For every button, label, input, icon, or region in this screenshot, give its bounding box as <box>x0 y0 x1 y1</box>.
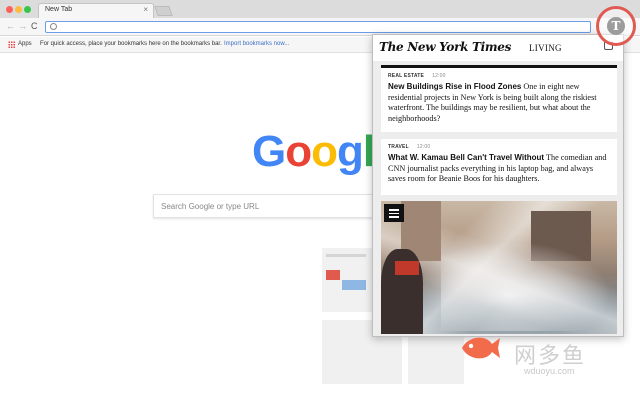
bookmarks-info-text: For quick access, place your bookmarks h… <box>40 41 222 47</box>
logo-letter: G <box>252 127 286 176</box>
menu-icon[interactable] <box>384 204 404 222</box>
new-tab-button[interactable] <box>154 6 173 16</box>
tile-thumbnail-bar <box>326 254 366 257</box>
search-placeholder: Search Google or type URL <box>161 202 260 211</box>
fish-logo-icon <box>462 337 500 359</box>
tile-thumbnail-block <box>342 280 366 290</box>
back-icon[interactable]: ← <box>6 20 15 32</box>
search-icon <box>50 23 57 30</box>
logo-letter: g <box>337 127 364 176</box>
story-headline[interactable]: New Buildings Rise in Flood Zones <box>388 82 521 91</box>
menu-icon-line <box>389 216 399 218</box>
fish-body <box>462 337 500 359</box>
nyt-extension-popup: The New York Times LIVING REAL ESTATE 12:… <box>372 34 624 337</box>
nyt-t-icon: T <box>607 17 625 35</box>
watermark-url: wduoyu.com <box>524 366 575 376</box>
logo-letter: o <box>285 127 312 176</box>
reload-icon[interactable]: C <box>31 20 38 32</box>
nyt-extension-button[interactable]: T <box>596 6 636 46</box>
menu-icon-line <box>389 209 399 211</box>
apps-link[interactable]: Apps <box>18 41 32 47</box>
story-card[interactable]: REAL ESTATE 12:00 New Buildings Rise in F… <box>381 68 617 132</box>
story-section: REAL ESTATE <box>388 73 425 79</box>
story-kicker: TRAVEL 12:00 <box>388 144 610 150</box>
tab-strip: New Tab × <box>0 0 640 18</box>
tab-new-tab[interactable]: New Tab × <box>38 3 154 18</box>
story-photo[interactable] <box>381 201 617 334</box>
popup-header: The New York Times LIVING <box>373 35 623 61</box>
import-bookmarks-link[interactable]: Import bookmarks now... <box>224 41 289 47</box>
story-text: New Buildings Rise in Flood Zones One in… <box>388 82 610 124</box>
story-time: 12:00 <box>416 144 431 150</box>
address-bar[interactable] <box>45 21 591 33</box>
tile-thumbnail-block <box>326 270 340 280</box>
photo-water-spray <box>441 241 611 331</box>
zoom-window-button[interactable] <box>24 6 31 13</box>
story-headline[interactable]: What W. Kamau Bell Can't Travel Without <box>388 153 544 162</box>
logo-letter: o <box>311 127 338 176</box>
story-section: TRAVEL <box>388 144 409 150</box>
story-kicker: REAL ESTATE 12:00 <box>388 73 610 79</box>
minimize-window-button[interactable] <box>15 6 22 13</box>
fish-eye <box>468 343 474 349</box>
most-visited-tile[interactable] <box>322 248 374 312</box>
menu-icon-line <box>389 212 399 214</box>
section-selector[interactable]: LIVING <box>529 43 562 53</box>
story-time: 12:00 <box>432 73 446 79</box>
story-card[interactable]: TRAVEL 12:00 What W. Kamau Bell Can't Tra… <box>381 139 617 195</box>
close-window-button[interactable] <box>6 6 13 13</box>
photo-shirt <box>395 261 419 275</box>
story-text: What W. Kamau Bell Can't Travel Without … <box>388 153 610 185</box>
browser-window: New Tab × ← → C Apps For quick access, p… <box>0 0 640 400</box>
forward-icon[interactable]: → <box>18 20 27 32</box>
tab-title: New Tab <box>45 6 73 13</box>
apps-grid-icon[interactable] <box>8 41 15 48</box>
tab-close-icon[interactable]: × <box>143 5 148 14</box>
nyt-logo[interactable]: The New York Times <box>379 40 511 54</box>
